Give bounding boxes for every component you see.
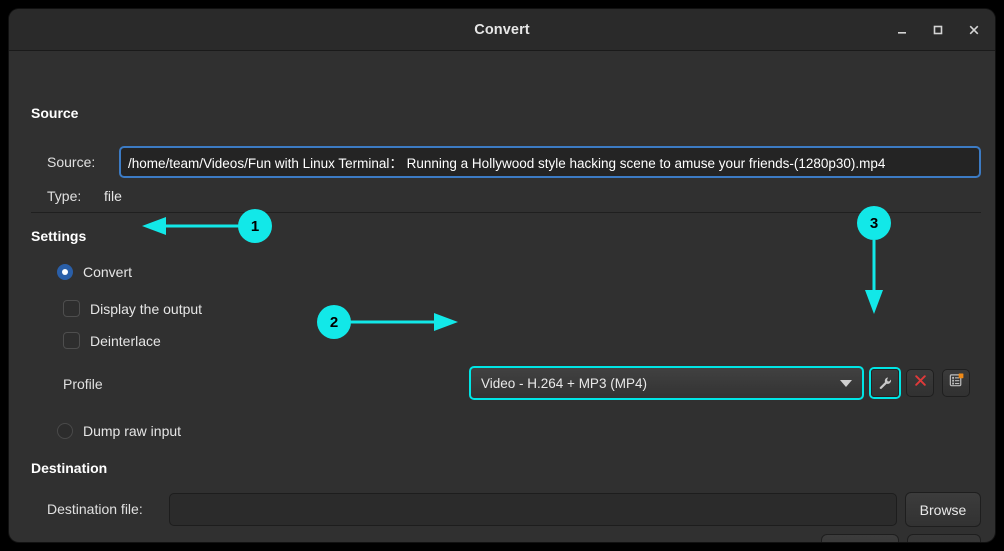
maximize-button[interactable] [927, 19, 949, 41]
destination-file-label: Destination file: [47, 501, 143, 517]
source-section-heading: Source [31, 105, 79, 121]
source-separator [31, 212, 981, 213]
profile-combo-value: Video - H.264 + MP3 (MP4) [481, 375, 647, 391]
deinterlace-label: Deinterlace [90, 332, 161, 349]
close-button[interactable] [963, 19, 985, 41]
type-field-value: file [104, 188, 122, 204]
minimize-button[interactable] [891, 19, 913, 41]
dialog-content: Source Source: Type: file Settings Conve… [9, 51, 995, 542]
radio-selected-icon [57, 264, 73, 280]
destination-section-heading: Destination [31, 460, 108, 476]
start-button: Start [907, 534, 981, 542]
radio-unselected-icon [57, 423, 73, 439]
wrench-icon [871, 369, 899, 397]
edit-profile-button[interactable] [869, 367, 901, 399]
cancel-button[interactable]: Cancel [821, 534, 899, 542]
deinterlace-checkbox[interactable]: Deinterlace [63, 332, 161, 349]
display-output-label: Display the output [90, 300, 203, 317]
new-profile-button[interactable] [942, 369, 970, 397]
browse-button[interactable]: Browse [905, 492, 981, 527]
convert-radio[interactable]: Convert [57, 264, 132, 280]
new-profile-icon [948, 372, 965, 394]
red-x-icon [913, 373, 928, 393]
title-bar[interactable]: Convert [9, 9, 995, 51]
display-output-checkbox[interactable]: Display the output [63, 300, 202, 317]
window-title: Convert [474, 21, 530, 38]
checkbox-unchecked-icon [63, 300, 80, 317]
window-controls [891, 9, 985, 50]
profile-combo[interactable]: Video - H.264 + MP3 (MP4) [469, 366, 864, 400]
source-input[interactable] [119, 146, 981, 178]
annotation-badge-2: 2 [317, 305, 351, 339]
annotation-badge-3: 3 [857, 206, 891, 240]
destination-file-input[interactable] [169, 493, 897, 526]
chevron-down-icon [840, 379, 852, 387]
convert-dialog-window: Convert Source Source: Ty [9, 9, 995, 542]
settings-section-heading: Settings [31, 228, 87, 244]
convert-radio-label: Convert [83, 264, 133, 280]
source-field-label: Source: [47, 154, 96, 170]
dump-raw-input-label: Dump raw input [83, 423, 182, 439]
profile-label: Profile [63, 376, 103, 392]
checkbox-unchecked-icon [63, 332, 80, 349]
dump-raw-input-radio[interactable]: Dump raw input [57, 423, 181, 439]
type-field-label: Type: [47, 188, 82, 204]
delete-profile-button[interactable] [906, 369, 934, 397]
annotation-badge-1: 1 [238, 209, 272, 243]
